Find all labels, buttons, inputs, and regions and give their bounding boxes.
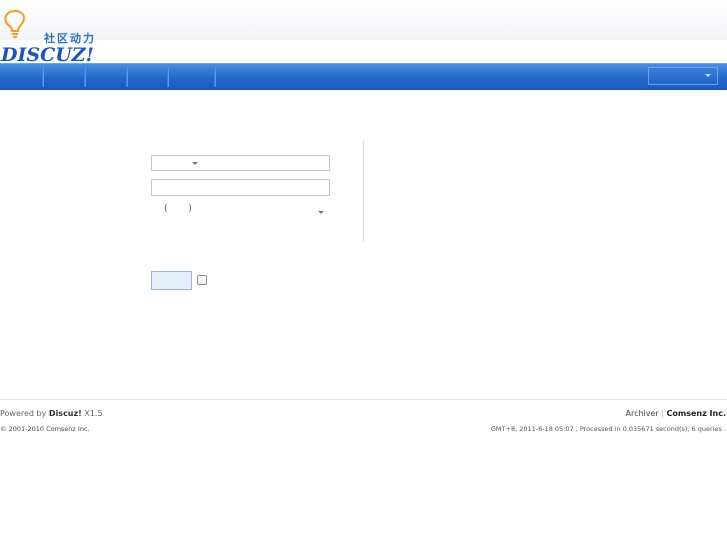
nav-item-3[interactable] xyxy=(86,67,128,87)
main-nav-bar xyxy=(0,63,727,90)
password-input[interactable] xyxy=(151,179,330,196)
footer-stats: GMT+8, 2011-6-18 05:07 , Processed in 0.… xyxy=(490,425,726,433)
chevron-down-icon xyxy=(705,74,711,77)
login-field-select[interactable] xyxy=(151,155,330,171)
security-question-select[interactable]: ( ) xyxy=(151,204,330,220)
footer-divider xyxy=(0,399,727,400)
version-label: X1.5 xyxy=(84,409,103,418)
footer-links: Archiver | Comsenz Inc. xyxy=(625,409,726,418)
comsenz-link-small[interactable]: Comsenz Inc. xyxy=(46,425,90,433)
powered-by-label: Powered by xyxy=(0,409,47,418)
form-divider xyxy=(363,140,364,242)
discuz-link[interactable]: Discuz! xyxy=(49,409,82,418)
footer-powered-by: Powered by Discuz! X1.5 xyxy=(0,409,103,418)
chevron-down-icon xyxy=(192,162,198,165)
login-submit-button[interactable] xyxy=(151,271,192,290)
nav-item-4[interactable] xyxy=(128,67,169,87)
remember-me-checkbox[interactable] xyxy=(197,275,207,285)
lightbulb-icon xyxy=(4,9,26,38)
chevron-down-icon xyxy=(318,211,324,214)
nav-item-5[interactable] xyxy=(169,67,216,87)
footer-copyright: © 2001-2010 Comsenz Inc. xyxy=(0,425,90,433)
archiver-link[interactable]: Archiver xyxy=(625,409,658,418)
copyright-years: © 2001-2010 xyxy=(0,425,44,433)
comsenz-link[interactable]: Comsenz Inc. xyxy=(667,409,726,418)
nav-item-2[interactable] xyxy=(44,67,86,87)
site-logo[interactable]: 社区动力 DISCUZ! xyxy=(0,6,110,66)
quick-nav-dropdown[interactable] xyxy=(648,67,718,85)
footer-separator: | xyxy=(661,409,664,418)
question-parens: ( ) xyxy=(164,204,201,214)
nav-item-1[interactable] xyxy=(0,67,44,87)
